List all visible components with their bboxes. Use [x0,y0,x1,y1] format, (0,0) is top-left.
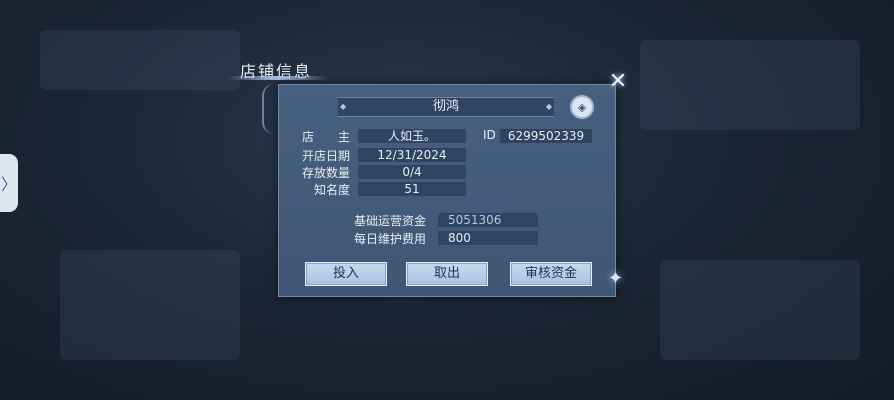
daily-fee-label: 每日维护费用 [354,232,427,246]
id-label: ID [483,128,496,142]
owner-label: 店 主 [302,130,351,144]
fame-value: 51 [358,182,466,196]
storage-value: 0/4 [358,165,466,179]
audit-funds-button[interactable]: 审核资金 [510,262,592,286]
watermark: · [160,20,163,30]
close-icon[interactable]: ✕ [606,70,630,94]
base-funds-label: 基础运营资金 [354,214,427,228]
daily-fee-value: 800 [438,231,538,245]
invest-button[interactable]: 投入 [305,262,387,286]
base-funds-value: 5051306 [438,213,538,227]
side-expand-handle[interactable]: 〉 [0,154,18,212]
shop-emblem-icon[interactable]: ◈ [570,95,594,119]
window-title: 店铺信息 [228,58,328,82]
withdraw-button[interactable]: 取出 [406,262,488,286]
fame-label: 知名度 [314,183,351,197]
storage-label: 存放数量 [302,166,351,180]
id-value: 6299502339 [500,129,592,143]
shop-name: 彻鸿 [338,97,554,117]
open-date-value: 12/31/2024 [358,148,466,162]
title-brush-stroke [228,76,328,80]
owner-value: 人如玉。 [358,129,466,143]
chevron-right-icon: 〉 [0,175,17,194]
sparkle-icon: ✦ [608,268,624,289]
open-date-label: 开店日期 [302,149,351,163]
